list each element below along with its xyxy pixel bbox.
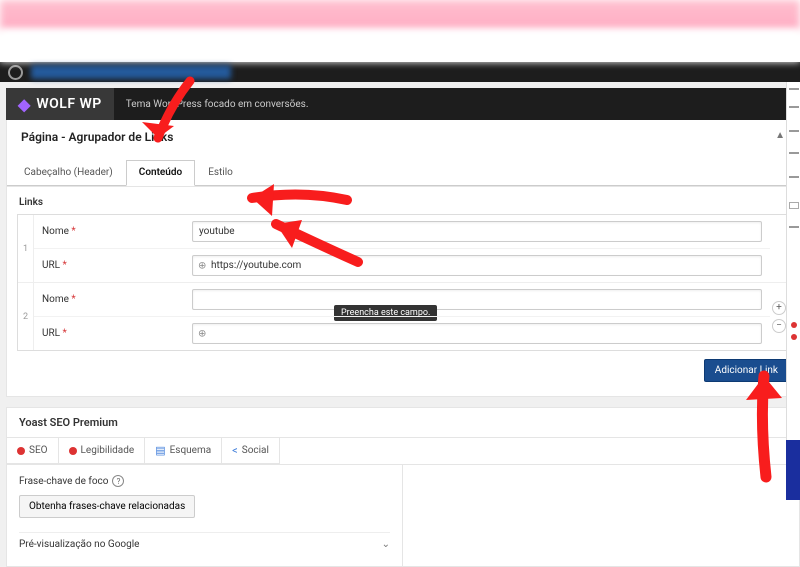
page-title: Página - Agrupador de Links <box>21 130 785 160</box>
link-url-input[interactable] <box>192 323 762 344</box>
field-label-url: URL * <box>42 328 182 339</box>
yoast-tab-schema[interactable]: ▤Esquema <box>145 438 222 464</box>
yoast-tab-social[interactable]: <Social <box>222 438 280 464</box>
browser-url-strip <box>0 30 800 62</box>
wolf-theme-banner: ◆ WOLF WP Tema WordPress focado em conve… <box>6 88 800 120</box>
tab-content[interactable]: Conteúdo <box>126 160 195 186</box>
wolf-logo-icon: ◆ <box>18 95 30 114</box>
links-table: 1 Nome * URL * ⊕ <box>17 214 789 351</box>
link-url-input[interactable] <box>192 255 762 276</box>
link-name-input[interactable] <box>192 221 762 242</box>
yoast-tab-readability[interactable]: Legibilidade <box>59 438 146 464</box>
google-preview-row[interactable]: Pré-visualização no Google ⌄ <box>19 532 390 556</box>
browser-tab-strip <box>0 0 800 30</box>
yoast-seo-panel: Yoast SEO Premium SEO Legibilidade ▤Esqu… <box>6 407 800 567</box>
wp-admin-bar[interactable] <box>0 62 800 82</box>
yoast-panel-title: Yoast SEO Premium <box>7 408 799 438</box>
status-dot-icon <box>69 447 77 455</box>
link-row: 1 Nome * URL * ⊕ <box>18 215 788 283</box>
field-label-name: Nome * <box>42 294 182 305</box>
add-link-button[interactable]: Adicionar Link <box>704 359 789 382</box>
links-section-label: Links <box>17 195 789 214</box>
row-index: 1 <box>18 215 34 282</box>
field-label-url: URL * <box>42 260 182 271</box>
tab-header[interactable]: Cabeçalho (Header) <box>11 160 126 185</box>
field-label-name: Nome * <box>42 226 182 237</box>
globe-icon: ⊕ <box>198 328 206 339</box>
related-keyphrases-button[interactable]: Obtenha frases-chave relacionadas <box>19 495 195 518</box>
add-row-button[interactable]: + <box>772 301 786 315</box>
wolf-brand-text: WOLF WP <box>36 96 101 112</box>
globe-icon: ⊕ <box>198 260 206 271</box>
editor-sidebar-sliver <box>786 82 800 500</box>
link-name-input[interactable] <box>192 289 762 310</box>
remove-row-button[interactable]: − <box>772 319 786 333</box>
chevron-down-icon: ⌄ <box>382 539 390 550</box>
help-icon[interactable]: ? <box>112 475 124 487</box>
focus-keyphrase-label: Frase-chave de foco ? <box>19 475 390 495</box>
yoast-tabs: SEO Legibilidade ▤Esquema <Social <box>7 438 799 465</box>
wp-admin-bar-blurred <box>31 65 231 79</box>
wordpress-logo-icon <box>8 65 23 80</box>
row-index: 2 <box>18 283 34 350</box>
page-settings-panel: ▲ Página - Agrupador de Links Cabeçalho … <box>6 120 800 187</box>
wolf-logo-area: ◆ WOLF WP <box>6 88 114 120</box>
link-row: 2 Nome * Preencha este campo. URL * ⊕ <box>18 283 788 350</box>
status-dot-icon <box>17 447 25 455</box>
settings-tabs: Cabeçalho (Header) Conteúdo Estilo <box>7 160 799 186</box>
yoast-tab-seo[interactable]: SEO <box>7 438 59 464</box>
schema-icon: ▤ <box>155 444 165 457</box>
browser-chrome <box>0 0 800 62</box>
collapse-caret-icon[interactable]: ▲ <box>775 130 785 141</box>
tab-style[interactable]: Estilo <box>195 160 246 185</box>
sidebar-thumbnail <box>786 440 800 500</box>
wolf-tagline: Tema WordPress focado em conversões. <box>114 99 309 110</box>
share-icon: < <box>232 444 238 457</box>
links-repeater-panel: Links 1 Nome * URL * ⊕ <box>6 187 800 397</box>
